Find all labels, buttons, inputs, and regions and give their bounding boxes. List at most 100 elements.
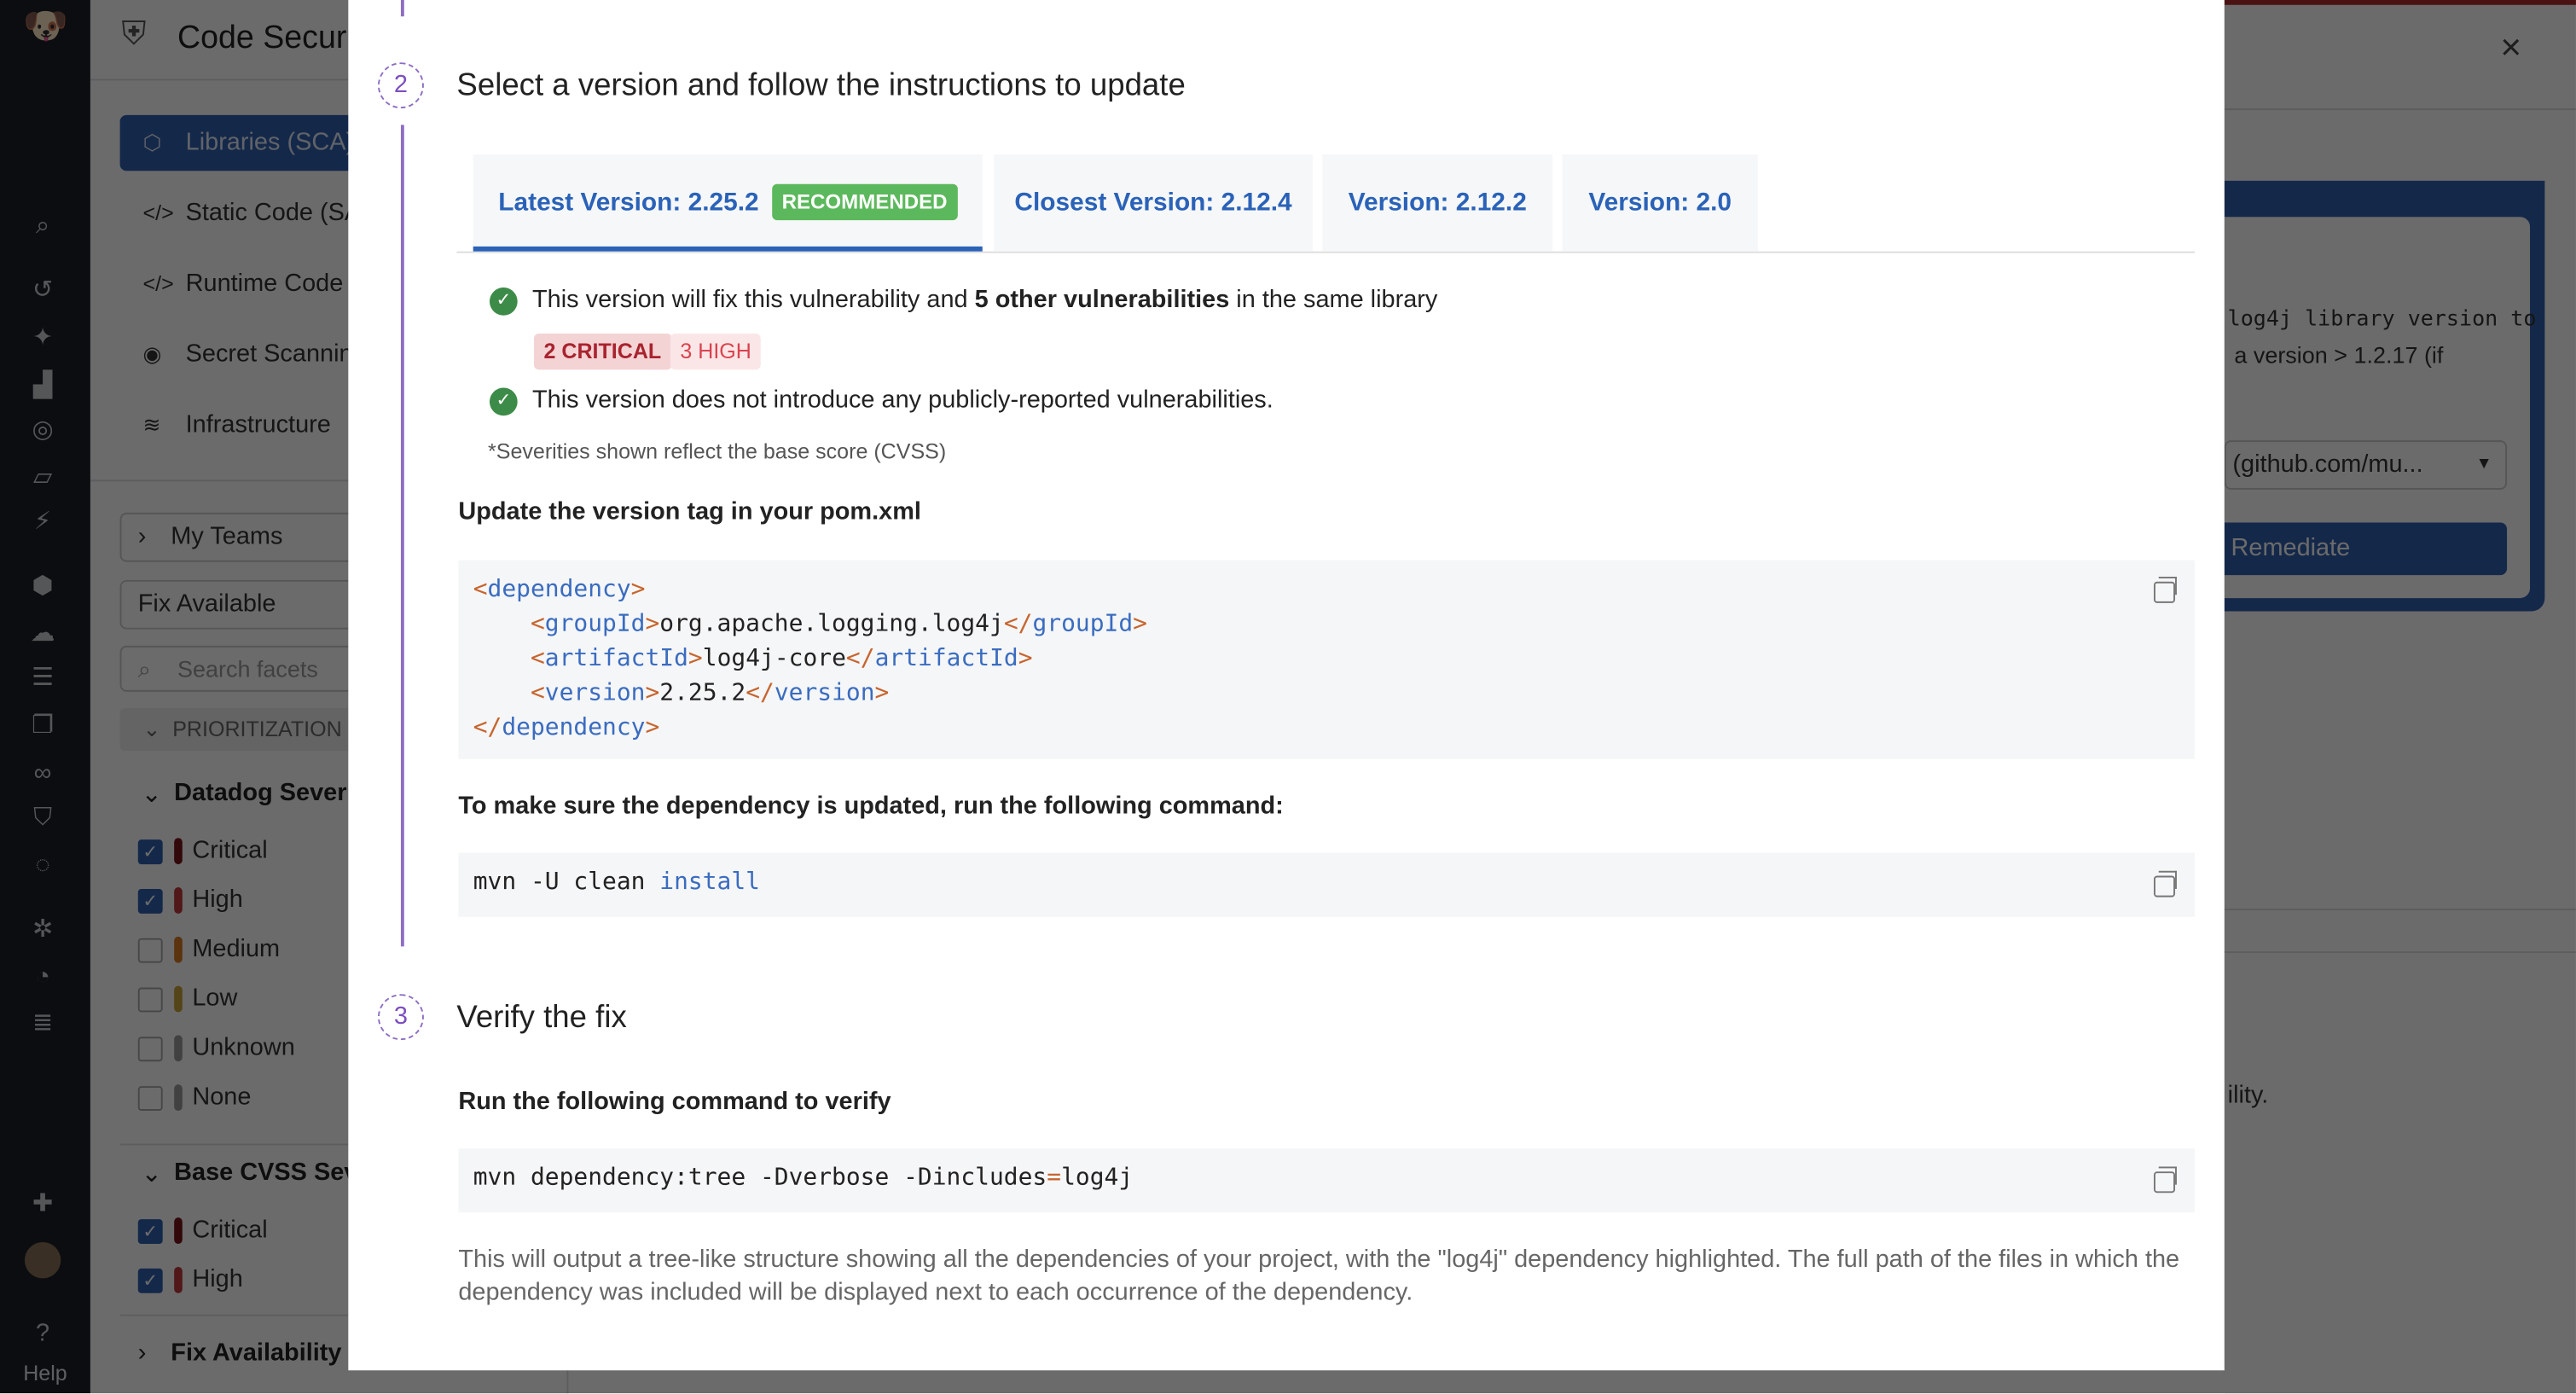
facet-option-label: Low [192, 985, 237, 1013]
chevron-right-icon: › [138, 1339, 147, 1368]
link-icon[interactable]: ∞ [23, 758, 62, 791]
command-operator: = [1047, 1165, 1061, 1192]
cloud-cost-icon[interactable]: ☁ [23, 618, 62, 651]
checkbox[interactable] [138, 938, 163, 963]
chevron-down-icon: ⌄ [142, 1159, 162, 1188]
log-search-icon[interactable]: ≣ [23, 1008, 62, 1041]
xml-tag: groupId [545, 611, 646, 637]
global-nav: 🐶 ⌕ ↺ ✦ ▟ ◎ ▱ ⚡ ⬢ ☁ ☰ ❐ ∞ ⛉ ◌ ✲ ◔ ≣ ✚ ? … [0, 0, 90, 1393]
verify-description: This will output a tree-like structure s… [458, 1244, 2183, 1310]
fix-availability-facet[interactable]: › Fix Availability [138, 1339, 342, 1368]
close-panel-icon[interactable]: × [2500, 26, 2521, 69]
severity-color-bar [174, 986, 183, 1013]
checkbox[interactable]: ✓ [138, 839, 163, 864]
facet-option-label: Critical [192, 836, 267, 864]
xml-tag: dependency [488, 577, 631, 603]
checkbox[interactable] [138, 1086, 163, 1111]
help-icon[interactable]: ? [23, 1318, 62, 1351]
step-connector [401, 125, 404, 946]
tab-version-2-0[interactable]: Version: 2.0 [1563, 154, 1758, 252]
tab-label: Version: 2.0 [1588, 189, 1732, 217]
select-value: (github.com/mu... [2232, 450, 2422, 479]
target-icon[interactable]: ◎ [23, 414, 62, 447]
check-circle-icon: ✓ [490, 388, 518, 416]
filter-icon[interactable]: ☰ [23, 662, 62, 695]
windows-icon[interactable]: ❐ [23, 710, 62, 743]
tab-label: Closest Version: 2.12.4 [1014, 189, 1291, 217]
search-icon: ⌕ [138, 648, 151, 690]
datadog-severity-facet[interactable]: ⌄Datadog Severity [142, 779, 376, 807]
xml-tag: groupId [1032, 611, 1133, 637]
eye-scan-icon: ◉ [143, 327, 162, 382]
puzzle-icon[interactable]: ✚ [23, 1188, 62, 1221]
other-vulns-count: 5 other vulnerabilities [975, 286, 1230, 314]
xml-tag: artifactId [545, 646, 688, 672]
nav-label: Infrastructure [186, 411, 331, 439]
verify-command-block: mvn dependency:tree -Dverbose -Dincludes… [458, 1148, 2195, 1212]
facet-title: Fix Availability [171, 1339, 341, 1368]
search-icon[interactable]: ⌕ [23, 211, 62, 244]
xml-tag: version [545, 680, 646, 706]
command-heading: To make sure the dependency is updated, … [458, 792, 1283, 820]
facet-option-label: High [192, 886, 242, 914]
gauge-icon[interactable]: ◔ [23, 961, 62, 995]
command-keyword: install [659, 869, 760, 896]
severity-color-bar [174, 937, 183, 963]
history-icon[interactable]: ↺ [23, 275, 62, 308]
text: This version will fix this vulnerability… [532, 286, 975, 314]
copy-icon[interactable] [2154, 1171, 2175, 1193]
nav-label: Runtime Code [186, 270, 344, 298]
artifact-id-value: log4j-core [703, 646, 846, 672]
caret-down-icon: ▼ [2476, 442, 2492, 488]
checkbox[interactable] [138, 988, 163, 1013]
facet-option-label: Critical [192, 1216, 267, 1244]
shield-icon[interactable]: ⛉ [23, 802, 62, 835]
remediate-button[interactable]: Remediate [2225, 522, 2507, 575]
help-label[interactable]: Help [0, 1361, 90, 1385]
checkbox[interactable] [138, 1037, 163, 1061]
checkbox[interactable]: ✓ [138, 1269, 163, 1293]
xml-tag: dependency [502, 715, 645, 741]
facet-title: Datadog Severity [174, 779, 375, 807]
command-text: mvn dependency:tree -Dverbose -Dincludes [473, 1165, 1047, 1192]
recommended-badge: RECOMMENDED [772, 184, 957, 220]
copy-icon[interactable] [2154, 876, 2175, 897]
facet-option-label: Unknown [192, 1033, 294, 1061]
avatar[interactable] [25, 1242, 61, 1278]
severity-color-bar [174, 1217, 183, 1244]
xml-tag: artifactId [875, 646, 1018, 672]
step-3-indicator: 3 [378, 994, 424, 1040]
side-panel: × log4j library version to a version > 1… [2225, 0, 2576, 1393]
severity-color-bar [174, 887, 183, 914]
chevron-right-icon: › [138, 514, 147, 561]
group-id-value: org.apache.logging.log4j [659, 611, 1004, 637]
bolt-icon[interactable]: ⚡ [23, 506, 62, 539]
panel-text: ility. [2228, 1081, 2269, 1109]
sparkle-icon[interactable]: ✦ [23, 322, 62, 355]
chart-icon[interactable]: ▟ [23, 369, 62, 403]
tab-latest-version[interactable]: Latest Version: 2.25.2RECOMMENDED [473, 154, 983, 252]
check-circle-icon: ✓ [490, 288, 518, 316]
critical-count-badge: 2 CRITICAL [534, 334, 671, 369]
checkbox[interactable]: ✓ [138, 889, 163, 914]
xml-tag: version [775, 680, 875, 706]
stack-icon[interactable]: ▱ [23, 462, 62, 495]
repository-select[interactable]: (github.com/mu... ▼ [2225, 440, 2507, 490]
copy-icon[interactable] [2154, 582, 2175, 603]
facet-option-label: Medium [192, 935, 280, 963]
sparkle-circle-icon[interactable]: ◌ [23, 850, 62, 883]
tab-label: Version: 2.12.2 [1349, 189, 1527, 217]
step-3-title: Verify the fix [456, 1001, 626, 1037]
datadog-logo-icon[interactable]: 🐶 [23, 10, 62, 60]
severity-note: *Severities shown reflect the base score… [488, 439, 946, 463]
library-icon: ⬡ [143, 115, 162, 171]
panel-text: log4j library version to [2228, 307, 2537, 332]
nav-label: Secret Scanning [186, 340, 367, 369]
no-new-vulns-text: This version does not introduce any publ… [532, 386, 1273, 415]
hexagons-icon[interactable]: ⬢ [23, 570, 62, 603]
fix-summary: This version will fix this vulnerability… [532, 286, 1437, 314]
bug-icon[interactable]: ✲ [23, 914, 62, 947]
checkbox[interactable]: ✓ [138, 1219, 163, 1244]
tab-version-2-12-2[interactable]: Version: 2.12.2 [1322, 154, 1552, 252]
tab-closest-version[interactable]: Closest Version: 2.12.4 [994, 154, 1313, 252]
